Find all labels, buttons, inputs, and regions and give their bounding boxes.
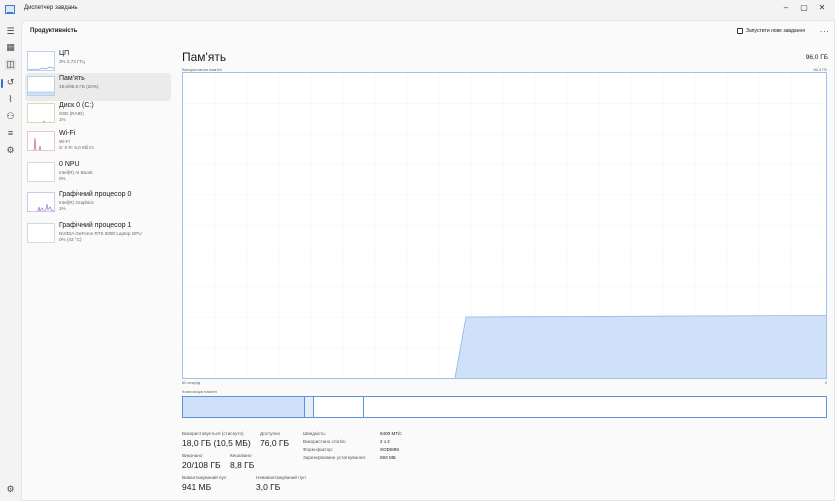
services-icon[interactable]: ⚙: [5, 145, 16, 156]
maximize-button[interactable]: ▢: [796, 2, 812, 14]
graph-axis-left: 60 секунд: [182, 380, 201, 385]
npu-thumbnail: [27, 162, 55, 182]
settings-icon[interactable]: ⚙: [5, 484, 16, 495]
committed-label: Виконано: [182, 453, 203, 458]
device-usage: 1%: [59, 206, 66, 211]
device-throughput: S: 0 R: 8,0 Кбіт/с: [59, 145, 94, 150]
device-name: Диск 0 (C:): [59, 102, 94, 109]
in-use-value: 18,0 ГБ (10,5 МБ): [182, 438, 251, 448]
page-title: Продуктивність: [30, 28, 78, 34]
reserved-value: 593 МБ: [380, 455, 396, 460]
close-button[interactable]: ✕: [814, 2, 830, 14]
device-item-npu[interactable]: 0 NPU Intel(R) AI Boost 0%: [25, 159, 171, 187]
active-nav-indicator: [1, 79, 3, 88]
paged-pool-label: Вивантажуваний пул: [182, 475, 227, 480]
window-title: Диспетчер завдань: [24, 5, 78, 11]
device-detail: 3% 2,73 ГГц: [59, 59, 85, 64]
memory-total: 96,0 ГБ: [805, 54, 828, 61]
device-detail: Wi-Fi: [59, 139, 70, 144]
device-name: Графічний процесор 1: [59, 222, 132, 229]
run-task-icon: [737, 28, 743, 34]
device-usage: 0% (43 °C): [59, 237, 82, 242]
device-usage: 1%: [59, 117, 66, 122]
in-use-label: Використовується (стиснуто): [182, 431, 244, 436]
cpu-thumbnail: [27, 51, 55, 71]
committed-value: 20/108 ГБ: [182, 460, 221, 470]
title-bar: Диспетчер завдань – ▢ ✕: [0, 0, 835, 20]
graph-axis-right: 0: [824, 380, 827, 385]
hamburger-icon[interactable]: ☰: [5, 26, 16, 37]
cached-label: Кешовано: [230, 453, 252, 458]
device-item-gpu0[interactable]: Графічний процесор 0 Intel(R) Graphics 1…: [25, 189, 171, 217]
nonpaged-pool-value: 3,0 ГБ: [256, 482, 281, 492]
speed-value: 6400 МТ/с: [380, 431, 402, 436]
gpu1-thumbnail: [27, 223, 55, 243]
memory-usage-area: [455, 315, 826, 378]
reserved-label: Зарезервоване устаткування:: [303, 455, 367, 460]
memory-composition-bar: [182, 396, 827, 418]
history-icon[interactable]: ↺: [5, 77, 16, 88]
device-name: 0 NPU: [59, 161, 80, 168]
task-manager-app-icon: [5, 5, 15, 14]
composition-free: [364, 397, 826, 417]
slots-label: Використано слотів:: [303, 439, 346, 444]
device-name: ЦП: [59, 50, 70, 57]
device-name: Графічний процесор 0: [59, 191, 132, 198]
device-item-wifi[interactable]: Wi-Fi Wi-Fi S: 0 R: 8,0 Кбіт/с: [25, 128, 171, 156]
wifi-thumbnail: [27, 131, 55, 151]
form-factor-value: SODIMM: [380, 447, 399, 452]
memory-usage-svg: [183, 73, 827, 379]
available-value: 76,0 ГБ: [260, 438, 290, 448]
disk-thumbnail: [27, 103, 55, 123]
memory-usage-graph: [182, 72, 827, 379]
available-label: Доступно: [260, 431, 281, 436]
startup-icon[interactable]: ⌇: [5, 94, 16, 105]
device-item-cpu[interactable]: ЦП 3% 2,73 ГГц: [25, 48, 171, 76]
device-detail: Intel(R) AI Boost: [59, 170, 93, 175]
nav-rail: ☰ ▦ ◫ ↺ ⌇ ⚇ ≡ ⚙ ⚙: [0, 20, 21, 501]
run-new-task-button[interactable]: Запустити нове завдання: [737, 28, 805, 34]
device-usage: 0%: [59, 176, 66, 181]
main-content: Продуктивність Запустити нове завдання .…: [21, 20, 835, 501]
device-name: Wi-Fi: [59, 130, 76, 137]
slots-value: 2 з 2: [380, 439, 390, 444]
composition-in-use: [183, 397, 305, 417]
memory-panel: Пам'ять 96,0 ГБ Використання пам'яті 96,…: [182, 48, 828, 498]
device-detail: NVIDIA GeForce RTX 5090 Laptop GPU: [59, 231, 142, 236]
device-item-disk[interactable]: Диск 0 (C:) SSD (RAID) 1%: [25, 100, 171, 128]
minimize-button[interactable]: –: [778, 2, 794, 14]
device-detail: Intel(R) Graphics: [59, 200, 94, 205]
run-task-label: Запустити нове завдання: [746, 28, 805, 34]
users-icon[interactable]: ⚇: [5, 111, 16, 122]
nonpaged-pool-label: Невивантажуваний пул: [256, 475, 306, 480]
composition-standby: [314, 397, 364, 417]
device-item-memory[interactable]: Пам'ять 19,6/95,6 ГБ (20%): [25, 73, 171, 101]
more-options-button[interactable]: ...: [820, 25, 830, 34]
paged-pool-value: 941 МБ: [182, 482, 212, 492]
device-detail: 19,6/95,6 ГБ (20%): [59, 84, 99, 89]
device-item-gpu1[interactable]: Графічний процесор 1 NVIDIA GeForce RTX …: [25, 220, 171, 248]
cached-value: 8,8 ГБ: [230, 460, 255, 470]
gpu0-thumbnail: [27, 192, 55, 212]
speed-label: Швидкість:: [303, 431, 326, 436]
memory-thumbnail: [27, 76, 55, 96]
details-icon[interactable]: ≡: [5, 128, 16, 139]
device-detail: SSD (RAID): [59, 111, 84, 116]
performance-icon[interactable]: ◫: [5, 59, 16, 70]
memory-composition-label: Композиція пам'яті: [182, 389, 217, 394]
composition-modified: [305, 397, 314, 417]
processes-icon[interactable]: ▦: [5, 42, 16, 53]
form-factor-label: Форм-фактор:: [303, 447, 334, 452]
memory-title: Пам'ять: [182, 50, 227, 64]
device-name: Пам'ять: [59, 75, 85, 82]
